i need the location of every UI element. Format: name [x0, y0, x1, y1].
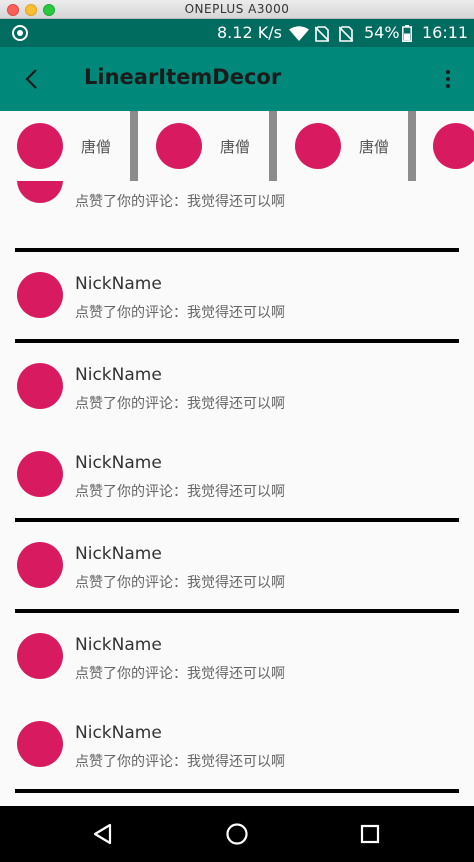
page-title: LinearItemDecor	[84, 65, 282, 89]
nickname: NickName	[75, 453, 162, 473]
avatar	[17, 123, 63, 169]
window-title: ONEPLUS A3000	[184, 2, 290, 16]
comment-text: 点赞了你的评论：我觉得还可以啊	[75, 754, 285, 770]
horizontal-list-item[interactable]: 唐僧	[156, 111, 250, 181]
list-item[interactable]: NickName 点赞了你的评论：我觉得还可以啊	[0, 522, 474, 609]
status-bar: 8.12 K/s 54% 16:11	[0, 19, 474, 47]
avatar	[156, 123, 202, 169]
back-button[interactable]	[16, 63, 48, 95]
battery-icon	[402, 25, 412, 42]
list-item[interactable]: 点赞了你的评论：我觉得还可以啊	[0, 181, 474, 228]
nickname: NickName	[75, 723, 162, 743]
no-sim-icon	[315, 26, 329, 42]
item-divider	[130, 111, 138, 181]
row-divider	[15, 789, 459, 793]
nickname: NickName	[75, 365, 162, 385]
network-speed: 8.12 K/s	[217, 23, 282, 42]
comment-text: 点赞了你的评论：我觉得还可以啊	[75, 484, 285, 500]
overflow-menu-icon	[446, 70, 450, 88]
item-name: 唐僧	[359, 137, 390, 156]
battery-percent: 54%	[364, 23, 400, 42]
item-name: 唐僧	[220, 137, 251, 156]
nickname: NickName	[75, 544, 162, 564]
recents-square-icon	[360, 824, 380, 844]
avatar	[17, 363, 63, 409]
nav-home-button[interactable]	[223, 820, 251, 848]
vertical-list[interactable]: 点赞了你的评论：我觉得还可以啊 NickName 点赞了你的评论：我觉得还可以啊…	[0, 181, 474, 806]
avatar	[17, 272, 63, 318]
horizontal-list[interactable]: 唐僧 唐僧 唐僧	[0, 111, 474, 181]
comment-text: 点赞了你的评论：我觉得还可以啊	[75, 575, 285, 591]
clock: 16:11	[422, 23, 469, 42]
horizontal-list-item[interactable]: 唐僧	[17, 111, 111, 181]
avatar	[17, 633, 63, 679]
item-name: 唐僧	[81, 137, 112, 156]
list-item[interactable]: NickName 点赞了你的评论：我觉得还可以啊	[0, 343, 474, 430]
avatar	[17, 451, 63, 497]
app-notification-icon	[12, 25, 28, 41]
comment-text: 点赞了你的评论：我觉得还可以啊	[75, 666, 285, 682]
comment-text: 点赞了你的评论：我觉得还可以啊	[75, 305, 285, 321]
back-arrow-icon	[25, 69, 37, 89]
home-circle-icon	[226, 823, 248, 845]
avatar	[17, 542, 63, 588]
list-item[interactable]: NickName 点赞了你的评论：我觉得还可以啊	[0, 613, 474, 700]
nav-recents-button[interactable]	[356, 820, 384, 848]
horizontal-list-item[interactable]: 唐僧	[295, 111, 389, 181]
avatar	[17, 181, 63, 203]
comment-text: 点赞了你的评论：我觉得还可以啊	[75, 194, 285, 210]
no-sim-icon	[339, 26, 353, 42]
wifi-icon	[289, 26, 309, 41]
back-triangle-icon	[93, 823, 112, 845]
horizontal-list-item[interactable]	[433, 111, 474, 181]
window-titlebar: ONEPLUS A3000	[0, 0, 474, 19]
comment-text: 点赞了你的评论：我觉得还可以啊	[75, 396, 285, 412]
avatar	[433, 123, 474, 169]
app-bar: LinearItemDecor	[0, 47, 474, 111]
list-item[interactable]: NickName 点赞了你的评论：我觉得还可以啊	[0, 431, 474, 518]
overflow-menu-button[interactable]	[436, 63, 460, 95]
item-divider	[408, 111, 416, 181]
list-item[interactable]: NickName 点赞了你的评论：我觉得还可以啊	[0, 701, 474, 788]
navigation-bar	[0, 806, 474, 862]
avatar	[17, 721, 63, 767]
list-item[interactable]: NickName 点赞了你的评论：我觉得还可以啊	[0, 252, 474, 339]
item-divider	[269, 111, 277, 181]
nickname: NickName	[75, 635, 162, 655]
avatar	[295, 123, 341, 169]
nav-back-button[interactable]	[89, 820, 117, 848]
nickname: NickName	[75, 274, 162, 294]
